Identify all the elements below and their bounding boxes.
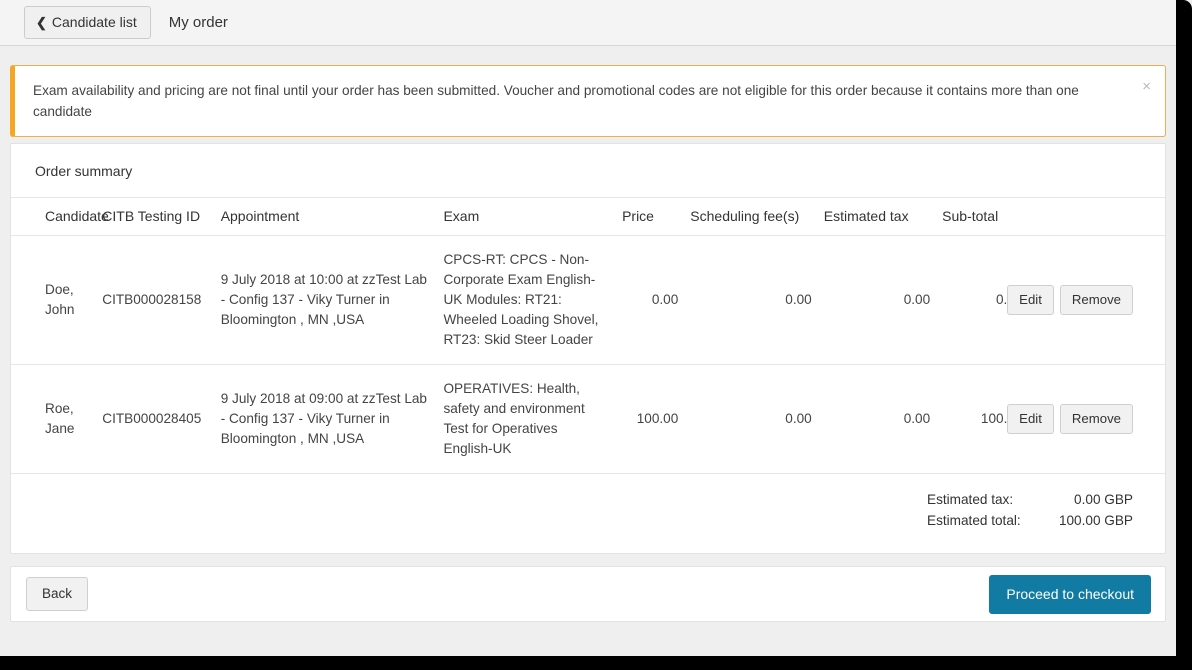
column-header-sub-total: Sub-total bbox=[936, 197, 1029, 236]
totals-row-estimated-tax: Estimated tax: 0.00 GBP bbox=[927, 489, 1133, 510]
totals-row-estimated-total: Estimated total: 100.00 GBP bbox=[927, 510, 1133, 531]
column-header-estimated-tax: Estimated tax bbox=[817, 197, 937, 236]
order-totals: Estimated tax: 0.00 GBP Estimated total:… bbox=[11, 474, 1165, 553]
cell-actions: Edit Remove bbox=[1007, 364, 1165, 474]
close-icon[interactable]: × bbox=[1138, 77, 1155, 96]
column-header-appointment: Appointment bbox=[214, 197, 438, 236]
app-window: ❮ Candidate list My order Exam availabil… bbox=[0, 0, 1192, 670]
warning-alert-message: Exam availability and pricing are not fi… bbox=[33, 83, 1079, 119]
window-right-edge bbox=[1176, 0, 1192, 656]
window-bottom-edge bbox=[0, 656, 1192, 670]
cell-exam: CPCS-RT: CPCS - Non-Corporate Exam Engli… bbox=[437, 235, 617, 365]
candidate-list-back-label: Candidate list bbox=[51, 14, 137, 30]
table-header: Candidate CITB Testing ID Appointment Ex… bbox=[11, 197, 1165, 236]
table-header-row: Candidate CITB Testing ID Appointment Ex… bbox=[11, 197, 1165, 236]
table-row: Doe, John CITB000028158 9 July 2018 at 1… bbox=[11, 235, 1165, 365]
column-header-exam: Exam bbox=[437, 197, 617, 236]
remove-button[interactable]: Remove bbox=[1059, 403, 1133, 435]
edit-button[interactable]: Edit bbox=[1007, 284, 1054, 316]
order-summary-table: Candidate CITB Testing ID Appointment Ex… bbox=[11, 197, 1165, 474]
column-header-price: Price bbox=[616, 197, 685, 236]
order-summary-title: Order summary bbox=[35, 163, 133, 179]
totals-label: Estimated total: bbox=[927, 513, 1021, 528]
table-row: Roe, Jane CITB000028405 9 July 2018 at 0… bbox=[11, 364, 1165, 474]
column-header-actions bbox=[1028, 197, 1165, 236]
cell-price: 0.00 bbox=[616, 235, 685, 365]
cell-estimated-tax: 0.00 bbox=[817, 364, 937, 474]
cell-price: 100.00 bbox=[616, 364, 685, 474]
cell-exam: OPERATIVES: Health, safety and environme… bbox=[437, 364, 617, 474]
cell-estimated-tax: 0.00 bbox=[817, 235, 937, 365]
top-bar: ❮ Candidate list My order bbox=[0, 0, 1176, 46]
order-summary-card: Order summary Candidate CITB Testing ID … bbox=[10, 143, 1166, 554]
cell-scheduling-fee: 0.00 bbox=[684, 364, 818, 474]
column-header-candidate: Candidate bbox=[11, 197, 109, 236]
cell-appointment: 9 July 2018 at 09:00 at zzTest Lab - Con… bbox=[214, 364, 438, 474]
totals-value: 0.00 GBP bbox=[1074, 492, 1133, 507]
proceed-to-checkout-button[interactable]: Proceed to checkout bbox=[989, 574, 1151, 614]
chevron-left-icon: ❮ bbox=[36, 14, 47, 30]
cell-actions: Edit Remove bbox=[1007, 235, 1165, 365]
cell-testing-id: CITB000028158 bbox=[96, 235, 215, 365]
cell-candidate: Roe, Jane bbox=[11, 364, 97, 474]
row-action-group: Edit Remove bbox=[1007, 403, 1133, 435]
cell-appointment: 9 July 2018 at 10:00 at zzTest Lab - Con… bbox=[214, 235, 438, 365]
totals-value: 100.00 GBP bbox=[1058, 513, 1133, 528]
back-button[interactable]: Back bbox=[26, 576, 89, 612]
row-action-group: Edit Remove bbox=[1007, 284, 1133, 316]
cell-candidate: Doe, John bbox=[11, 235, 97, 365]
page-content: ❮ Candidate list My order Exam availabil… bbox=[0, 0, 1176, 656]
cell-testing-id: CITB000028405 bbox=[96, 364, 215, 474]
warning-alert: Exam availability and pricing are not fi… bbox=[10, 65, 1166, 137]
order-totals-list: Estimated tax: 0.00 GBP Estimated total:… bbox=[927, 489, 1133, 531]
remove-button[interactable]: Remove bbox=[1059, 284, 1133, 316]
edit-button[interactable]: Edit bbox=[1007, 403, 1054, 435]
column-header-scheduling-fee: Scheduling fee(s) bbox=[684, 197, 818, 236]
footer-bar: Back Proceed to checkout bbox=[10, 566, 1166, 622]
candidate-list-back-button[interactable]: ❮ Candidate list bbox=[24, 6, 151, 39]
cell-scheduling-fee: 0.00 bbox=[684, 235, 818, 365]
column-header-testing-id: CITB Testing ID bbox=[96, 197, 215, 236]
page-title: My order bbox=[168, 14, 228, 31]
totals-label: Estimated tax: bbox=[927, 492, 1014, 507]
table-body: Doe, John CITB000028158 9 July 2018 at 1… bbox=[11, 235, 1165, 474]
